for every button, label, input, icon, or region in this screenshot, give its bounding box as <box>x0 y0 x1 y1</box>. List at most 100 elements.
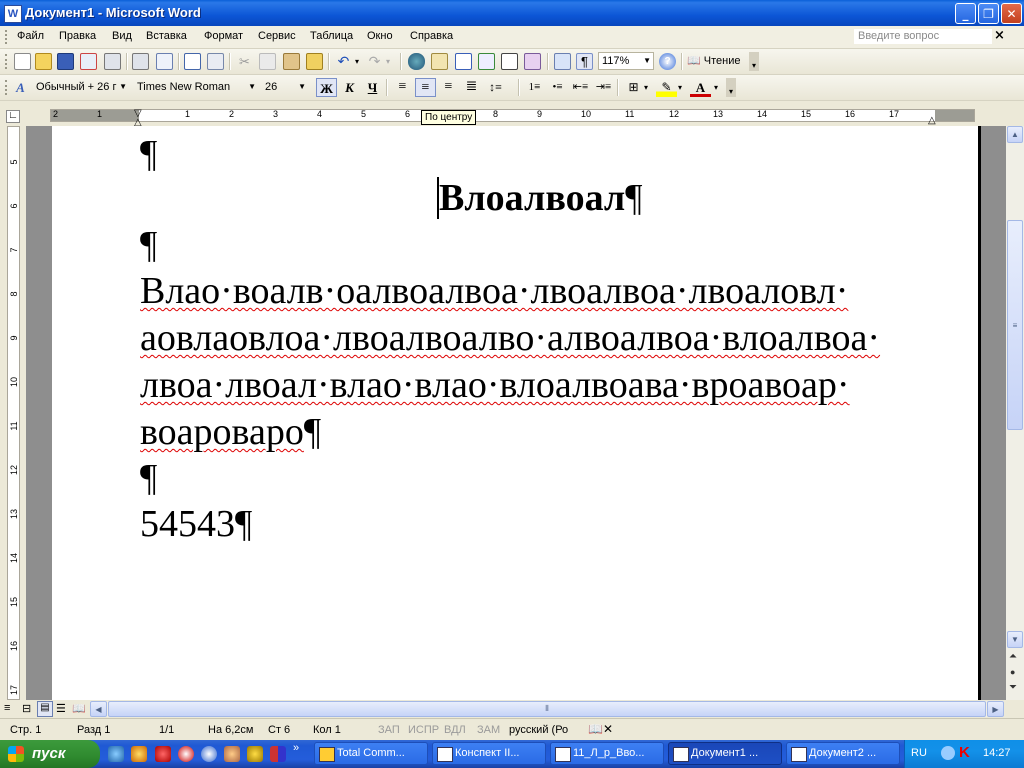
numbering-icon[interactable]: 1≡ <box>524 78 545 97</box>
bold-button[interactable]: Ж <box>316 78 337 97</box>
reading-layout-icon[interactable]: 📖 <box>72 702 86 715</box>
taskbar-button-document1[interactable]: Документ1 ... <box>668 742 782 765</box>
body-line[interactable]: Влао·воалв·оалвоалвоа·лвоалвоа·лвоаловл· <box>140 271 848 311</box>
menu-help[interactable]: Справка <box>410 30 453 42</box>
scroll-down-icon[interactable]: ▼ <box>1007 631 1023 648</box>
empty-paragraph[interactable]: ¶ <box>140 458 157 498</box>
font-size-select[interactable]: 26 ▼ <box>261 78 309 96</box>
quick-launch-icon[interactable] <box>270 746 286 762</box>
taskbar-button-lab[interactable]: 11_Л_р_Вво... <box>550 742 664 765</box>
underline-button[interactable]: Ч <box>362 78 383 97</box>
body-line[interactable]: лвоа·лвоал·влао·влао·влоалвоава·вроавоар… <box>140 365 850 405</box>
taskbar-button-document2[interactable]: Документ2 ... <box>786 742 900 765</box>
word-app-icon[interactable]: W <box>4 5 22 23</box>
save-icon[interactable] <box>57 53 74 70</box>
align-center-icon[interactable]: ≡ <box>415 78 436 97</box>
quick-launch-icon[interactable] <box>131 746 147 762</box>
title-bar[interactable]: W Документ1 - Microsoft Word _ ❐ ✕ <box>0 0 1024 26</box>
toolbar-grip[interactable] <box>5 54 10 69</box>
number-paragraph[interactable]: 54543¶ <box>140 504 252 544</box>
toolbar-options-icon[interactable]: ▾ <box>726 78 736 97</box>
more-quick-launch-icon[interactable]: » <box>293 742 299 754</box>
language-indicator[interactable]: RU <box>911 747 927 759</box>
menu-table[interactable]: Таблица <box>310 30 353 42</box>
scroll-thumb[interactable]: ≡ <box>1007 220 1023 430</box>
menu-edit[interactable]: Правка <box>59 30 96 42</box>
hyperlink-icon[interactable] <box>408 53 425 70</box>
minimize-button[interactable]: _ <box>955 3 976 24</box>
menu-tools[interactable]: Сервис <box>258 30 296 42</box>
close-document-button[interactable]: × <box>994 28 1005 43</box>
previous-page-icon[interactable]: ⏶ <box>1009 651 1017 662</box>
bullets-icon[interactable]: •≡ <box>547 78 568 97</box>
document-map-icon[interactable] <box>554 53 571 70</box>
align-left-icon[interactable]: ≡ <box>392 78 413 97</box>
ask-question-input[interactable]: Введите вопрос <box>854 29 992 44</box>
quick-launch-icon[interactable] <box>224 746 240 762</box>
styles-formatting-icon[interactable]: A <box>12 79 29 96</box>
line-spacing-icon[interactable]: ↕≡ <box>485 78 506 97</box>
horizontal-scroll-thumb[interactable]: ⦀ <box>108 701 986 717</box>
next-page-icon[interactable]: ⏷ <box>1009 682 1017 693</box>
vertical-scrollbar[interactable]: ▲ ≡ ▼ ⏶ ● ⏷ <box>1006 126 1024 700</box>
align-right-icon[interactable]: ≡ <box>438 78 459 97</box>
menu-file[interactable]: Файл <box>17 30 44 42</box>
outline-view-icon[interactable]: ☰ <box>56 702 66 715</box>
empty-paragraph[interactable]: ¶ <box>140 225 157 265</box>
format-painter-icon[interactable] <box>306 53 323 70</box>
status-record[interactable]: ЗАП <box>378 724 400 736</box>
insert-excel-icon[interactable] <box>478 53 495 70</box>
print-icon[interactable] <box>104 53 121 70</box>
antivirus-icon[interactable]: K <box>959 744 970 761</box>
status-overtype[interactable]: ЗАМ <box>477 724 500 736</box>
increase-indent-icon[interactable]: ⇥≡ <box>593 78 614 97</box>
permission-icon[interactable] <box>80 53 97 70</box>
status-track-changes[interactable]: ИСПР <box>408 724 439 736</box>
scroll-up-icon[interactable]: ▲ <box>1007 126 1023 143</box>
tables-borders-icon[interactable] <box>431 53 448 70</box>
quick-launch-icon[interactable] <box>201 746 217 762</box>
normal-view-icon[interactable]: ≡ <box>4 702 10 714</box>
quick-launch-icon[interactable] <box>178 746 194 762</box>
paste-icon[interactable] <box>283 53 300 70</box>
italic-button[interactable]: К <box>339 78 360 97</box>
show-desktop-icon[interactable] <box>108 746 124 762</box>
font-color-icon[interactable]: А <box>690 78 711 97</box>
drawing-icon[interactable] <box>524 53 541 70</box>
ruler-track[interactable]: 211234567891011121314151617 <box>50 109 975 122</box>
spelling-status-icon[interactable]: 📖✕ <box>588 722 613 736</box>
opera-icon[interactable] <box>155 746 171 762</box>
print-layout-icon[interactable]: ▤ <box>37 701 53 717</box>
copy-icon[interactable] <box>259 53 276 70</box>
chevron-down-icon[interactable]: ▾ <box>710 78 722 97</box>
help-icon[interactable]: ? <box>659 53 676 70</box>
spelling-icon[interactable] <box>184 53 201 70</box>
decrease-indent-icon[interactable]: ⇤≡ <box>570 78 591 97</box>
chevron-down-icon[interactable]: ▾ <box>640 78 652 97</box>
vertical-ruler-track[interactable]: 5 6 7 8 9 10 11 12 13 14 15 16 17 <box>7 126 20 700</box>
empty-paragraph[interactable]: ¶ <box>140 134 157 174</box>
redo-icon[interactable]: ↷ <box>366 53 383 70</box>
web-layout-icon[interactable]: ⊟ <box>22 702 31 715</box>
show-formatting-pilcrow-icon[interactable]: ¶ <box>576 53 593 70</box>
close-window-button[interactable]: ✕ <box>1001 3 1022 24</box>
taskbar-button-total-commander[interactable]: Total Comm... <box>314 742 428 765</box>
start-button[interactable]: пуск <box>0 740 100 768</box>
toolbar-grip[interactable] <box>5 80 10 95</box>
zoom-select[interactable]: 117% ▼ <box>598 52 654 70</box>
status-extend[interactable]: ВДЛ <box>444 724 466 736</box>
scroll-left-icon[interactable]: ◀ <box>90 701 107 717</box>
taskbar-button-konspekt[interactable]: Конспект II... <box>432 742 546 765</box>
columns-icon[interactable] <box>501 53 518 70</box>
justify-icon[interactable]: ≣ <box>461 78 482 97</box>
body-line[interactable]: воароваро¶ <box>140 412 321 452</box>
undo-icon[interactable]: ↶ <box>335 53 352 70</box>
style-select[interactable]: Обычный + 26 г ▼ <box>32 78 130 96</box>
right-indent-marker[interactable]: △ <box>928 115 936 126</box>
research-icon[interactable] <box>207 53 224 70</box>
undo-dropdown-icon[interactable]: ▾ <box>352 53 362 70</box>
menu-insert[interactable]: Вставка <box>146 30 187 42</box>
select-browse-object-icon[interactable]: ● <box>1010 667 1015 677</box>
new-document-icon[interactable] <box>14 53 31 70</box>
quick-launch-icon[interactable] <box>247 746 263 762</box>
